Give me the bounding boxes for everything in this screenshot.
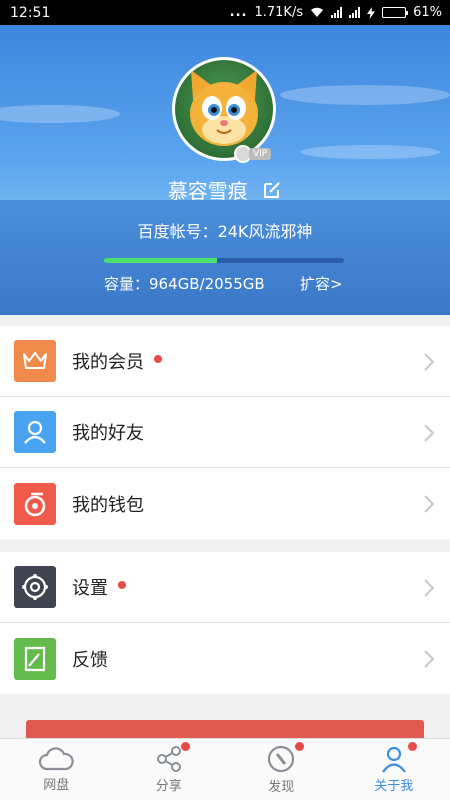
share-icon <box>156 746 181 772</box>
bottom-tab-bar: 网盘 分享 发现 关于我 <box>0 738 450 800</box>
tab-label: 网盘 <box>43 778 70 793</box>
membership-icon-box <box>14 340 56 382</box>
cloud-decoration <box>300 145 440 159</box>
chevron-right-icon <box>424 353 434 371</box>
storage-capacity: 容量：964GB/2055GB <box>104 275 265 293</box>
signal-icon <box>331 7 343 18</box>
tab-label: 发现 <box>268 780 295 795</box>
chevron-right-icon <box>424 424 434 442</box>
storage-progress-fill <box>104 258 217 263</box>
menu-item-label: 我的钱包 <box>72 494 144 516</box>
menu-item-label: 我的会员 <box>72 352 144 373</box>
tab-about-me[interactable]: 关于我 <box>338 739 450 800</box>
menu-item-feedback[interactable]: 反馈 <box>0 623 450 694</box>
notification-dot <box>407 742 417 751</box>
menu-item-wallet[interactable]: 我的钱包 <box>0 468 450 539</box>
network-speed: 1.71K/s <box>254 5 304 20</box>
menu-group-settings: 设置 反馈 <box>0 552 450 694</box>
tab-label: 关于我 <box>374 779 414 794</box>
cloud-decoration <box>280 85 450 105</box>
menu-item-label: 我的好友 <box>72 423 144 444</box>
menu-item-label: 设置 <box>72 578 108 599</box>
settings-icon-box <box>14 566 56 608</box>
chevron-right-icon <box>424 650 434 668</box>
notification-dot <box>118 581 126 589</box>
edit-name-button[interactable] <box>262 180 282 205</box>
menu-item-friends[interactable]: 我的好友 <box>0 397 450 468</box>
signal-icon-2 <box>349 7 361 18</box>
wallet-icon-box <box>14 482 56 525</box>
notification-dots: ... <box>229 5 248 20</box>
wifi-icon <box>311 7 324 17</box>
edit-icon <box>264 182 280 198</box>
battery-percent: 61% <box>413 5 442 20</box>
wallet-icon <box>24 492 46 516</box>
feedback-icon-box <box>14 637 56 680</box>
menu-item-membership[interactable]: 我的会员 <box>0 326 450 397</box>
friends-icon-box <box>14 411 56 453</box>
profile-header: VIP 慕容雪痕 百度帐号：24K风流邪神 容量：964GB/2055GB 扩容… <box>0 25 450 315</box>
status-time: 12:51 <box>10 4 51 21</box>
status-bar: 12:51 ... 1.71K/s 61% <box>0 0 450 25</box>
charging-icon <box>367 6 376 19</box>
menu-item-label: 反馈 <box>72 649 108 671</box>
person-icon <box>381 746 406 773</box>
notification-dot <box>154 355 162 363</box>
username-text: 慕容雪痕 <box>167 179 248 203</box>
status-indicators: ... 1.71K/s 61% <box>230 5 442 20</box>
tab-cloud-drive[interactable]: 网盘 <box>0 739 113 800</box>
cloud-decoration <box>0 105 120 123</box>
username: 慕容雪痕 <box>0 175 450 205</box>
account-name: 百度帐号：24K风流邪神 <box>137 222 313 241</box>
notification-dot <box>180 742 190 751</box>
person-icon <box>24 420 46 444</box>
menu-group-account: 我的会员 我的好友 我的钱包 <box>0 326 450 539</box>
avatar-image <box>175 60 273 158</box>
expand-storage-link[interactable]: 扩容> <box>300 273 343 294</box>
gear-icon <box>22 574 48 600</box>
compass-icon <box>268 745 295 773</box>
notification-dot <box>295 742 304 751</box>
storage-progress-bar <box>104 258 344 263</box>
cloud-icon <box>39 747 74 771</box>
menu-item-settings[interactable]: 设置 <box>0 552 450 623</box>
cat-character-icon <box>190 70 258 146</box>
vip-label: VIP <box>249 148 272 160</box>
vip-badge: VIP <box>234 145 274 163</box>
crown-icon <box>23 352 47 369</box>
tab-discover[interactable]: 发现 <box>225 739 338 800</box>
chevron-right-icon <box>424 579 434 597</box>
tab-label: 分享 <box>155 779 182 794</box>
tab-share[interactable]: 分享 <box>113 739 226 800</box>
feedback-icon <box>24 646 46 671</box>
battery-icon <box>382 7 409 18</box>
chevron-right-icon <box>424 495 434 513</box>
